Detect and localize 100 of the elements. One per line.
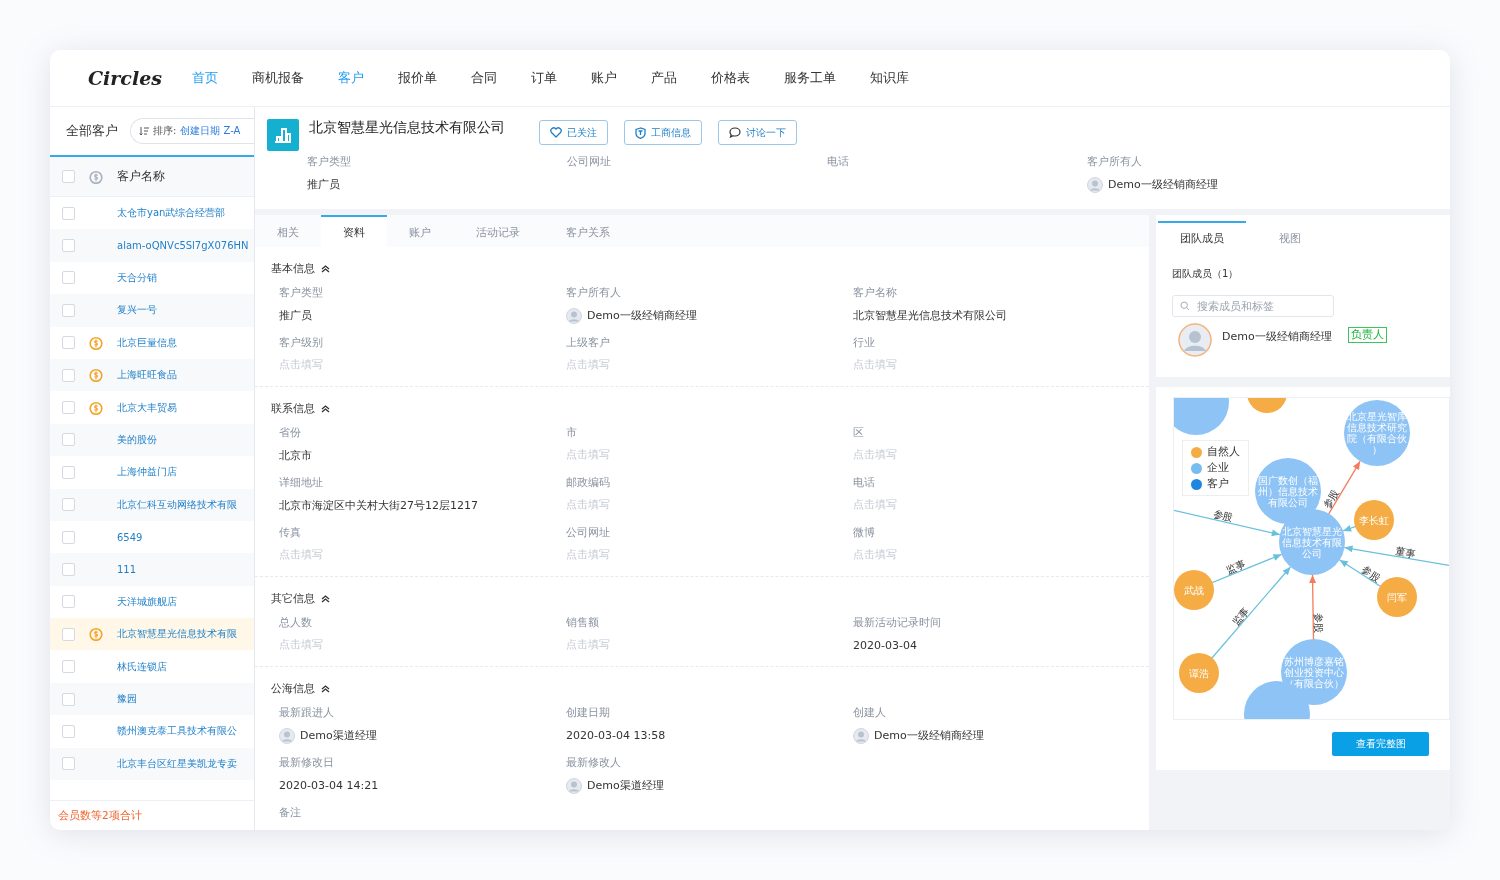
row-checkbox[interactable] [62,303,75,317]
field-value: 2020-03-04 [853,638,918,654]
row-checkbox[interactable] [62,239,75,253]
field-label: 最新修改人 [566,756,622,770]
collapse-icon[interactable] [321,594,330,603]
customer-name[interactable]: 北京丰台区红星美凯龙专卖 [117,756,237,771]
row-checkbox[interactable] [62,724,75,738]
sort-value[interactable]: 创建日期 Z-A [180,124,241,138]
list-title: 全部客户 [66,122,118,140]
building-icon [267,119,299,151]
customer-name[interactable]: 6549 [117,531,143,543]
field-label: 备注 [279,806,302,820]
row-checkbox[interactable] [62,465,75,479]
member-avatar-icon [1178,323,1212,357]
field-label: 创建人 [853,706,887,720]
action-button[interactable]: 已关注 [539,120,608,145]
row-checkbox[interactable] [62,206,75,220]
summary-label: 电话 [827,155,850,169]
field-label: 区 [853,426,865,440]
field-value: 2020-03-04 14:21 [279,778,380,794]
select-all-checkbox[interactable] [62,170,75,183]
customer-row[interactable]: 北京丰台区红星美凯龙专卖 [50,747,254,781]
customer-row[interactable]: 豫园 [50,682,254,716]
avatar-icon [566,307,582,324]
row-checkbox[interactable] [62,433,75,447]
customer-name[interactable]: 北京巨量信息 [117,335,177,350]
section-title: 公海信息 [271,681,315,696]
row-checkbox[interactable] [62,563,75,576]
row-checkbox[interactable] [62,401,75,415]
customer-name[interactable]: 北京大丰贸易 [117,400,177,415]
collapse-icon[interactable] [321,684,330,693]
customer-name[interactable]: alam-oQNVc5Sl7gX076HN [117,240,249,252]
row-checkbox[interactable] [62,757,75,771]
nav-item[interactable]: 首页 [191,69,218,87]
collapse-icon[interactable] [321,264,330,273]
row-checkbox[interactable] [62,530,75,544]
nav-item[interactable]: 账户 [590,69,617,87]
customer-row[interactable]: alam-oQNVc5Sl7gX076HN [50,229,254,262]
customer-name[interactable]: 北京智慧星光信息技术有限 [117,627,237,642]
customer-row[interactable]: 美的股份 [50,423,254,457]
member-search-field[interactable]: 搜索成员和标签 [1172,295,1334,317]
side-tab[interactable]: 视图 [1246,221,1334,253]
graph-edge: 参股 [1174,507,1281,537]
nav-item[interactable]: 产品 [650,69,677,87]
customer-name[interactable]: 天合分销 [117,270,157,285]
graph-node[interactable] [1174,398,1229,435]
tab[interactable]: 账户 [387,215,453,247]
action-button[interactable]: 讨论一下 [718,120,797,145]
tab[interactable]: 资料 [321,215,387,247]
customer-row[interactable]: 北京仁科互动网络技术有限 [50,488,254,521]
nav-item[interactable]: 商机报备 [251,69,304,87]
customer-name[interactable]: 上海仲益门店 [117,465,177,480]
field-value: Demo一级经销商经理 [587,308,697,323]
customer-name[interactable]: 111 [117,564,137,575]
sort-label: 排序: [153,124,177,138]
nav-item[interactable]: 客户 [337,69,364,87]
nav-item[interactable]: 订单 [530,69,557,87]
customer-row[interactable]: 111 [50,553,254,586]
row-checkbox[interactable] [62,627,75,641]
row-checkbox[interactable] [62,271,75,285]
customer-name[interactable]: 上海旺旺食品 [117,368,177,383]
legend-label: 自然人 [1207,445,1240,459]
collapse-icon[interactable] [321,404,330,413]
nav-item[interactable]: 服务工单 [783,69,836,87]
customer-name[interactable]: 赣州澳克泰工具技术有限公 [117,724,237,739]
customer-row[interactable]: 上海旺旺食品 [50,358,254,392]
nav-item[interactable]: 报价单 [397,69,437,87]
tab[interactable]: 客户关系 [543,215,633,247]
customer-name[interactable]: 美的股份 [117,432,157,447]
tab[interactable]: 活动记录 [453,215,543,247]
customer-name[interactable]: 天洋城旗舰店 [117,594,177,609]
customer-row[interactable]: 北京智慧星光信息技术有限 [50,618,254,651]
tab[interactable]: 相关 [255,215,321,247]
nav-item[interactable]: 合同 [470,69,497,87]
customer-name[interactable]: 复兴一号 [117,303,157,318]
row-checkbox[interactable] [62,595,75,609]
summary-label: 客户类型 [307,155,352,169]
logo[interactable]: Circles [88,67,162,89]
legend-label: 企业 [1207,461,1229,475]
field-value: Demo渠道经理 [300,728,377,743]
field-value: 推广员 [279,308,313,324]
coin-icon [89,627,103,642]
row-checkbox[interactable] [62,660,75,674]
customer-name[interactable]: 林氏连锁店 [117,659,167,674]
customer-row[interactable]: 复兴一号 [50,294,254,327]
action-button[interactable]: 工商信息 [624,120,702,145]
row-checkbox[interactable] [62,368,75,382]
row-checkbox[interactable] [62,498,75,512]
field-label: 上级客户 [566,336,611,350]
field-label: 客户类型 [279,286,324,300]
customer-name[interactable]: 太仓市yan武综合经营部 [117,206,226,221]
view-full-graph-button[interactable]: 查看完整图 [1332,732,1429,756]
customer-name[interactable]: 豫园 [117,692,137,707]
row-checkbox[interactable] [62,336,75,350]
nav-item[interactable]: 价格表 [710,69,750,87]
nav-item[interactable]: 知识库 [869,69,909,87]
row-checkbox[interactable] [62,692,75,706]
graph-node[interactable] [1247,398,1287,413]
summary-value: 推广员 [307,177,341,193]
customer-name[interactable]: 北京仁科互动网络技术有限 [117,497,237,512]
